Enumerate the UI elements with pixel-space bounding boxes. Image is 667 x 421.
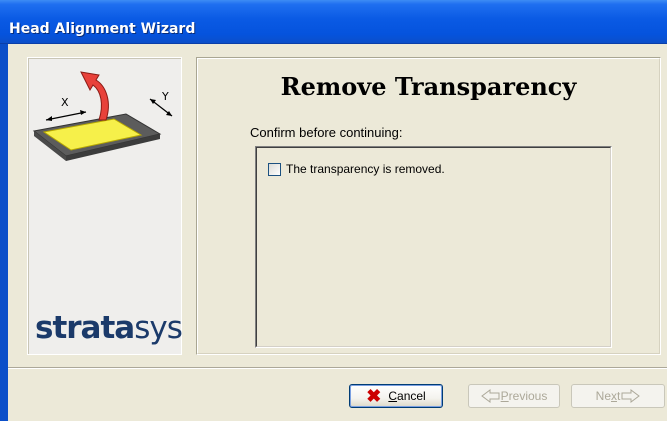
arrow-left-icon xyxy=(480,389,500,403)
transparency-removed-checkbox-row[interactable]: The transparency is removed. xyxy=(268,162,445,176)
window-title: Head Alignment Wizard xyxy=(9,21,196,37)
window-frame-left xyxy=(0,44,8,421)
next-button-label: Next xyxy=(595,389,621,403)
title-bar[interactable]: Head Alignment Wizard xyxy=(0,0,667,44)
previous-button[interactable]: Previous xyxy=(468,384,560,408)
checkbox-label[interactable]: The transparency is removed. xyxy=(286,162,445,176)
confirm-label: Confirm before continuing: xyxy=(250,125,403,140)
confirm-group-box: The transparency is removed. xyxy=(255,146,612,348)
next-button[interactable]: Next xyxy=(571,384,665,408)
cancel-button[interactable]: ✖ Cancel xyxy=(349,384,443,408)
wizard-window: Head Alignment Wizard X Y stratasys Remo… xyxy=(0,0,667,421)
axis-y-label: Y xyxy=(161,90,169,103)
content-panel: Remove Transparency Confirm before conti… xyxy=(196,57,661,355)
separator-line xyxy=(8,367,667,369)
side-panel: X Y stratasys xyxy=(27,57,183,355)
red-x-icon: ✖ xyxy=(366,386,382,406)
axis-x-label: X xyxy=(61,96,69,109)
previous-button-label: Previous xyxy=(500,389,548,403)
transparency-removed-checkbox[interactable] xyxy=(268,162,281,176)
page-title: Remove Transparency xyxy=(280,72,577,101)
stratasys-logo: stratasys xyxy=(35,310,183,346)
arrow-right-icon xyxy=(621,389,641,403)
platform-illustration: X Y xyxy=(32,71,173,161)
cancel-button-label: Cancel xyxy=(388,389,426,403)
lift-arrow xyxy=(80,71,109,121)
